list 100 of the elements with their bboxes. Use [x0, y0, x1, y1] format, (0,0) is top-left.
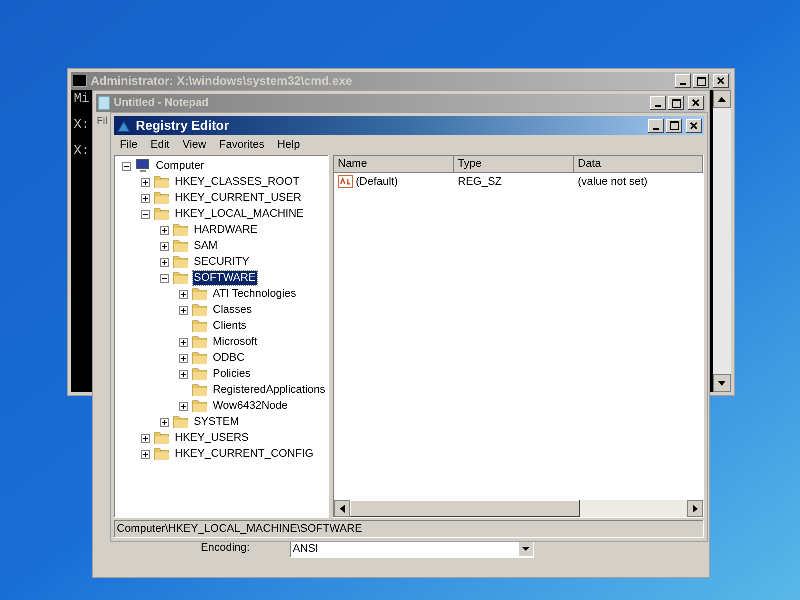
tree-item[interactable]: HKEY_USERS — [174, 431, 250, 445]
folder-icon — [192, 319, 208, 333]
tree-item[interactable]: SOFTWARE — [193, 271, 257, 285]
tree-item[interactable]: Computer — [155, 159, 206, 173]
string-value-icon — [338, 175, 354, 189]
folder-icon — [173, 271, 189, 285]
computer-icon — [135, 159, 151, 173]
maximize-icon — [670, 121, 678, 130]
maximize-button[interactable] — [693, 74, 709, 88]
down-arrow-icon — [718, 380, 726, 386]
maximize-button[interactable] — [668, 96, 684, 110]
scroll-down-button[interactable] — [713, 374, 731, 392]
window-title: Registry Editor — [136, 116, 230, 135]
horizontal-scrollbar[interactable] — [334, 500, 703, 517]
minimize-button[interactable] — [650, 96, 666, 110]
expand-button[interactable] — [179, 338, 188, 346]
expand-button[interactable] — [179, 306, 188, 314]
folder-icon — [192, 303, 208, 317]
scroll-up-button[interactable] — [713, 90, 731, 108]
left-arrow-icon — [340, 504, 344, 512]
minimize-button[interactable] — [648, 118, 664, 132]
close-icon — [692, 99, 700, 107]
collapse-button[interactable] — [122, 162, 131, 170]
close-button[interactable] — [713, 74, 729, 88]
expand-button[interactable] — [160, 418, 169, 426]
tree-item[interactable]: RegisteredApplications — [212, 383, 327, 397]
table-cell-text: REG_SZ — [457, 174, 504, 190]
table-cell-text: (Default) — [356, 174, 398, 190]
column-header[interactable]: Type — [454, 156, 574, 173]
up-arrow-icon — [718, 96, 726, 102]
tree-item[interactable]: HARDWARE — [193, 223, 259, 237]
menu-item[interactable]: Edit — [150, 136, 170, 154]
collapse-button[interactable] — [160, 274, 169, 282]
scrollbar[interactable] — [713, 90, 731, 392]
collapse-button[interactable] — [141, 210, 150, 218]
expand-button[interactable] — [179, 290, 188, 298]
console-text: X: — [74, 118, 90, 132]
menu-item[interactable]: File — [120, 136, 138, 154]
expand-button[interactable] — [160, 258, 169, 266]
scroll-thumb[interactable] — [350, 500, 580, 517]
tree-item[interactable]: SYSTEM — [193, 415, 240, 429]
folder-icon — [173, 239, 189, 253]
folder-icon — [154, 431, 170, 445]
minimize-icon — [680, 83, 686, 85]
folder-icon — [154, 447, 170, 461]
tree-item[interactable]: SECURITY — [193, 255, 251, 269]
menu-item[interactable]: Favorites — [219, 136, 265, 154]
folder-icon — [192, 351, 208, 365]
tree-item[interactable]: ODBC — [212, 351, 246, 365]
window-title: Administrator: X:\windows\system32\cmd.exe — [91, 73, 352, 90]
right-arrow-icon — [692, 504, 698, 512]
encoding-label: Encoding: — [201, 541, 250, 556]
console-text: X: — [74, 144, 90, 158]
table-cell-text: (value not set) — [577, 174, 649, 190]
expand-button[interactable] — [179, 370, 188, 378]
minimize-icon — [653, 128, 659, 130]
menu-item[interactable]: Help — [278, 136, 300, 154]
tree-item[interactable]: Policies — [212, 367, 252, 381]
folder-icon — [154, 175, 170, 189]
scroll-right-button[interactable] — [687, 500, 703, 517]
tree-item[interactable]: ATI Technologies — [212, 287, 298, 301]
column-header[interactable]: Data — [574, 156, 703, 173]
folder-icon — [173, 255, 189, 269]
maximize-icon — [672, 98, 680, 108]
expand-button[interactable] — [141, 450, 150, 458]
close-icon — [690, 122, 698, 130]
tree-item[interactable]: Clients — [212, 319, 248, 333]
minimize-icon — [655, 105, 661, 107]
close-button[interactable] — [686, 118, 702, 132]
expand-button[interactable] — [160, 226, 169, 234]
expand-button[interactable] — [141, 434, 150, 442]
status-text: Computer\HKEY_LOCAL_MACHINE\SOFTWARE — [117, 522, 362, 537]
expand-button[interactable] — [179, 354, 188, 362]
folder-icon — [192, 383, 208, 397]
tree-item[interactable]: Classes — [212, 303, 254, 317]
minimize-button[interactable] — [675, 74, 691, 88]
folder-icon — [154, 207, 170, 221]
folder-icon — [173, 415, 189, 429]
scroll-left-button[interactable] — [334, 500, 350, 517]
menu-item[interactable]: Fil — [97, 114, 108, 128]
tree-item[interactable]: SAM — [193, 239, 219, 253]
tree-item[interactable]: Microsoft — [212, 335, 259, 349]
expand-button[interactable] — [141, 194, 150, 202]
column-header[interactable]: Name — [334, 156, 454, 173]
expand-button[interactable] — [179, 402, 188, 410]
folder-icon — [192, 287, 208, 301]
maximize-button[interactable] — [666, 118, 682, 132]
expand-button[interactable] — [141, 178, 150, 186]
close-button[interactable] — [688, 96, 704, 110]
tree-item[interactable]: HKEY_CLASSES_ROOT — [174, 175, 301, 189]
maximize-icon — [696, 76, 706, 86]
tree-item[interactable]: HKEY_CURRENT_CONFIG — [174, 447, 315, 461]
folder-icon — [173, 223, 189, 237]
console-text: Mi — [74, 92, 90, 106]
tree-item[interactable]: HKEY_CURRENT_USER — [174, 191, 303, 205]
tree-item[interactable]: Wow6432Node — [212, 399, 290, 413]
window-title: Untitled - Notepad — [114, 96, 209, 111]
expand-button[interactable] — [160, 242, 169, 250]
tree-item[interactable]: HKEY_LOCAL_MACHINE — [174, 207, 305, 221]
menu-item[interactable]: View — [182, 136, 206, 154]
